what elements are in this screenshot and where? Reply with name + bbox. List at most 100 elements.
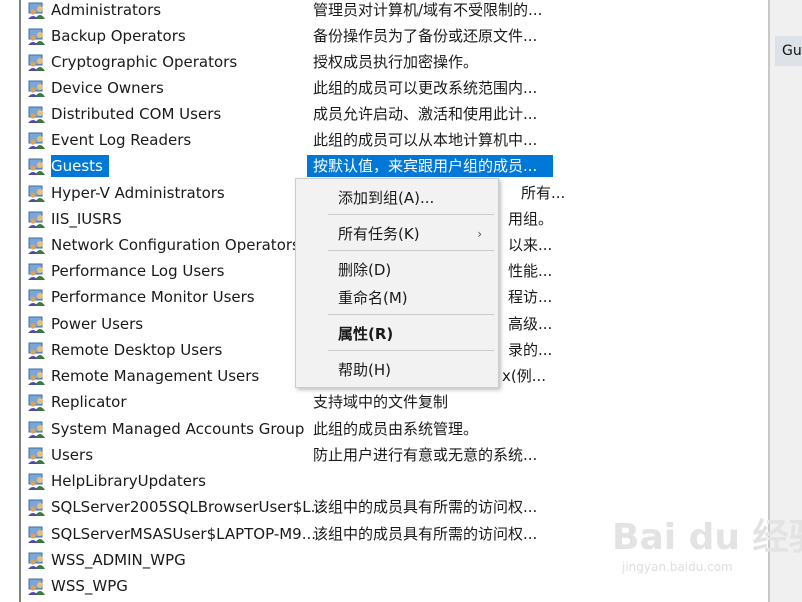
menu-item-label: 添加到组(A)... xyxy=(338,189,435,207)
menu-separator xyxy=(328,314,494,315)
user-group-icon xyxy=(28,578,45,595)
group-description: 性能... xyxy=(508,262,553,280)
group-description: 该组中的成员具有所需的访问权... xyxy=(313,525,538,543)
group-row-cryptographic-operators[interactable]: Cryptographic Operators 授权成员执行加密操作。 xyxy=(24,49,564,75)
group-name: Remote Management Users xyxy=(51,367,260,385)
group-description: 此组的成员可以更改系统范围内... xyxy=(313,79,538,97)
user-group-icon xyxy=(28,473,45,490)
user-group-icon xyxy=(28,28,45,45)
user-group-icon xyxy=(28,106,45,123)
group-row-sqlserver2005sqlbrowseruser[interactable]: SQLServer2005SQLBrowserUser$L... 该组中的成员具… xyxy=(24,494,564,520)
user-group-icon xyxy=(28,158,45,175)
group-description: 程访... xyxy=(508,288,553,306)
user-group-icon xyxy=(28,80,45,97)
user-group-icon xyxy=(28,342,45,359)
user-group-icon xyxy=(28,316,45,333)
group-description: 高级... xyxy=(508,315,553,333)
group-description: 成员允许启动、激活和使用此计... xyxy=(313,105,538,123)
group-description: 授权成员执行加密操作。 xyxy=(313,53,479,71)
actions-panel-header[interactable]: Guests xyxy=(775,36,802,66)
group-row-sqlservermsasuser[interactable]: SQLServerMSASUser$LAPTOP-M9... 该组中的成员具有所… xyxy=(24,521,564,547)
group-description: 此组的成员由系统管理。 xyxy=(313,420,479,438)
group-row-backup-operators[interactable]: Backup Operators 备份操作员为了备份或还原文件... xyxy=(24,23,564,49)
user-group-icon xyxy=(28,447,45,464)
menu-item-all-tasks[interactable]: 所有任务(K) › xyxy=(296,221,498,247)
menu-item-label: 删除(D) xyxy=(338,261,392,279)
group-row-system-managed-accounts-group[interactable]: System Managed Accounts Group 此组的成员由系统管理… xyxy=(24,416,564,442)
user-group-icon xyxy=(28,185,45,202)
group-name: Hyper-V Administrators xyxy=(51,184,225,202)
user-group-icon xyxy=(28,368,45,385)
group-description: 防止用户进行有意或无意的系统... xyxy=(313,446,538,464)
context-menu: 添加到组(A)... 所有任务(K) › 删除(D) 重命名(M) 属性(R) … xyxy=(295,178,499,388)
group-name: Network Configuration Operators xyxy=(51,236,300,254)
menu-item-label: 重命名(M) xyxy=(338,289,408,307)
menu-separator xyxy=(328,350,494,351)
group-description: 支持域中的文件复制 xyxy=(313,393,449,411)
menu-item-properties[interactable]: 属性(R) xyxy=(296,321,498,347)
group-name: System Managed Accounts Group xyxy=(51,420,305,438)
group-name: Device Owners xyxy=(51,79,164,97)
group-row-helplibraryupdaters[interactable]: HelpLibraryUpdaters xyxy=(24,468,564,494)
group-description: 备份操作员为了备份或还原文件... xyxy=(313,27,538,45)
user-group-icon xyxy=(28,499,45,516)
group-name: Performance Log Users xyxy=(51,262,225,280)
group-name: Replicator xyxy=(51,393,127,411)
menu-item-add-to-group[interactable]: 添加到组(A)... xyxy=(296,185,498,211)
group-name: WSS_ADMIN_WPG xyxy=(51,551,186,569)
group-row-administrators[interactable]: Administrators 管理员对计算机/域有不受限制的... xyxy=(24,0,564,23)
group-description: 用组。 xyxy=(508,210,554,228)
user-group-icon xyxy=(28,211,45,228)
group-name: Administrators xyxy=(51,1,162,19)
user-group-icon xyxy=(28,289,45,306)
group-row-users[interactable]: Users 防止用户进行有意或无意的系统... xyxy=(24,442,564,468)
group-name: SQLServerMSASUser$LAPTOP-M9... xyxy=(51,525,317,543)
group-name: IIS_IUSRS xyxy=(51,210,122,228)
group-row-guests[interactable]: Guests 按默认值，来宾跟用户组的成员... xyxy=(24,153,564,179)
user-group-icon xyxy=(28,54,45,71)
user-group-icon xyxy=(28,132,45,149)
group-row-event-log-readers[interactable]: Event Log Readers 此组的成员可以从本地计算机中... xyxy=(24,127,564,153)
user-group-icon xyxy=(28,263,45,280)
user-group-icon xyxy=(28,237,45,254)
menu-separator xyxy=(328,214,494,215)
menu-item-delete[interactable]: 删除(D) xyxy=(296,257,498,283)
group-description: 所有... xyxy=(521,184,566,202)
group-name: HelpLibraryUpdaters xyxy=(51,472,206,490)
group-description: 按默认值，来宾跟用户组的成员... xyxy=(307,155,553,177)
group-name: Performance Monitor Users xyxy=(51,288,255,306)
group-name: SQLServer2005SQLBrowserUser$L... xyxy=(51,498,325,516)
menu-separator xyxy=(328,250,494,251)
group-description: 管理员对计算机/域有不受限制的... xyxy=(313,1,543,19)
list-left-border xyxy=(19,0,21,602)
group-description: 以来... xyxy=(508,236,553,254)
group-name: Cryptographic Operators xyxy=(51,53,238,71)
group-row-wss-admin-wpg[interactable]: WSS_ADMIN_WPG xyxy=(24,547,564,573)
user-group-icon xyxy=(28,552,45,569)
group-name: Event Log Readers xyxy=(51,131,192,149)
group-row-wss-wpg[interactable]: WSS_WPG xyxy=(24,573,564,599)
group-row-device-owners[interactable]: Device Owners 此组的成员可以更改系统范围内... xyxy=(24,75,564,101)
group-name: Users xyxy=(51,446,94,464)
user-group-icon xyxy=(28,2,45,19)
group-name: Distributed COM Users xyxy=(51,105,222,123)
group-description: 此组的成员可以从本地计算机中... xyxy=(313,131,538,149)
group-name: Guests xyxy=(51,155,109,177)
menu-item-label: 帮助(H) xyxy=(338,361,391,379)
actions-panel xyxy=(770,0,802,602)
group-row-replicator[interactable]: Replicator 支持域中的文件复制 xyxy=(24,389,564,415)
group-row-distributed-com-users[interactable]: Distributed COM Users 成员允许启动、激活和使用此计... xyxy=(24,101,564,127)
user-group-icon xyxy=(28,421,45,438)
menu-item-help[interactable]: 帮助(H) xyxy=(296,357,498,383)
group-name: WSS_WPG xyxy=(51,577,128,595)
group-description: 录的... xyxy=(508,341,553,359)
menu-item-rename[interactable]: 重命名(M) xyxy=(296,285,498,311)
group-description: x(例... xyxy=(502,367,547,385)
group-name: Remote Desktop Users xyxy=(51,341,223,359)
group-name: Backup Operators xyxy=(51,27,186,45)
user-group-icon xyxy=(28,394,45,411)
menu-item-label: 属性(R) xyxy=(338,325,394,343)
group-name: Power Users xyxy=(51,315,144,333)
menu-item-label: 所有任务(K) xyxy=(338,225,420,243)
user-group-icon xyxy=(28,526,45,543)
